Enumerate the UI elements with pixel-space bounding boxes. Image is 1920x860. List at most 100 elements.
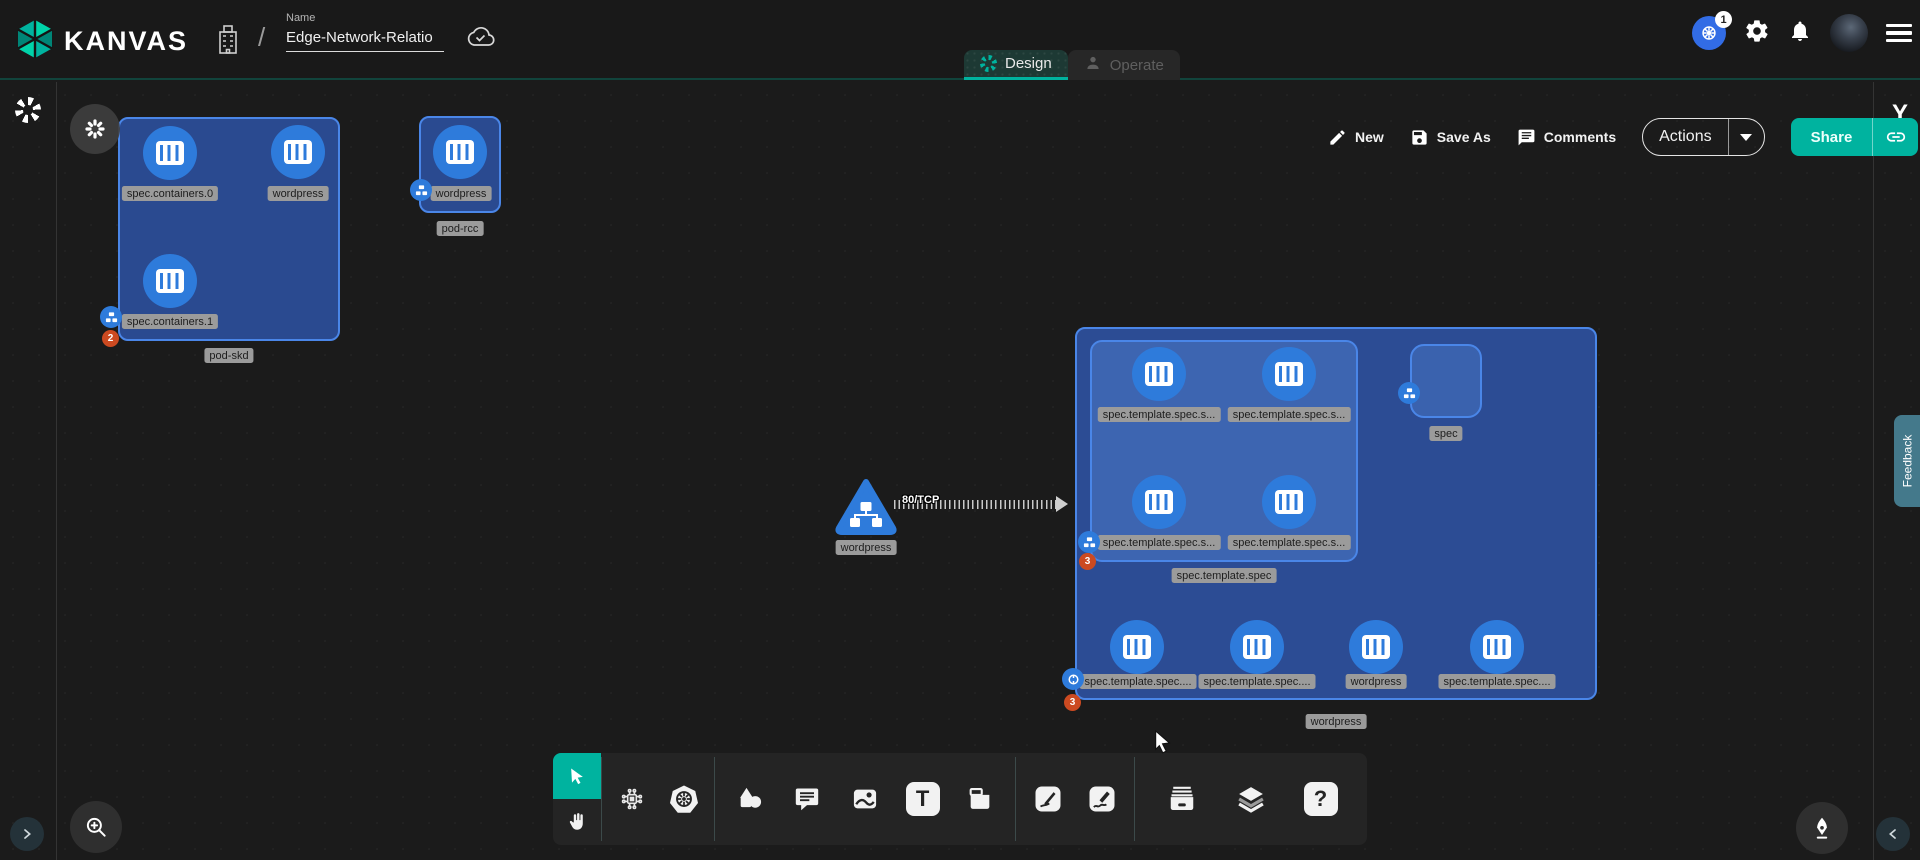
new-button[interactable]: New bbox=[1328, 128, 1384, 147]
error-count-badge[interactable]: 2 bbox=[102, 330, 119, 347]
group-label-deployment: wordpress bbox=[1306, 714, 1367, 729]
user-avatar[interactable] bbox=[1830, 14, 1868, 52]
comments-button[interactable]: Comments bbox=[1517, 128, 1616, 147]
node-label: spec.template.spec.... bbox=[1199, 674, 1316, 689]
actions-dropdown-arrow[interactable] bbox=[1728, 118, 1764, 156]
text-tool-glyph: T bbox=[906, 782, 940, 816]
node-label: spec.template.spec.s... bbox=[1228, 535, 1351, 550]
save-as-button[interactable]: Save As bbox=[1410, 128, 1491, 147]
share-split-button[interactable]: Share bbox=[1791, 118, 1919, 156]
copy-link-button[interactable] bbox=[1872, 118, 1918, 156]
feedback-label: Feedback bbox=[1900, 435, 1914, 488]
frame-tab-icon bbox=[966, 785, 994, 813]
pod-kind-badge bbox=[1398, 382, 1420, 404]
settings-gear-icon[interactable] bbox=[1744, 18, 1770, 49]
comments-button-label: Comments bbox=[1544, 129, 1616, 145]
error-count-badge[interactable]: 3 bbox=[1064, 694, 1081, 711]
frame-tool-button[interactable] bbox=[957, 776, 1003, 822]
zoom-button[interactable] bbox=[70, 801, 122, 853]
image-tool-button[interactable] bbox=[842, 776, 888, 822]
tab-operate-label: Operate bbox=[1110, 57, 1164, 74]
mode-tabs: Design Operate bbox=[964, 50, 1180, 80]
container-node[interactable] bbox=[1230, 620, 1284, 674]
container-node-spec-containers-0[interactable] bbox=[143, 126, 197, 180]
freehand-draw-button[interactable] bbox=[1079, 776, 1125, 822]
expand-left-panel-button[interactable] bbox=[10, 817, 44, 851]
actions-button-label: Actions bbox=[1643, 128, 1727, 146]
text-tool-button[interactable]: T bbox=[900, 776, 946, 822]
organization-icon[interactable] bbox=[214, 22, 242, 61]
left-rail bbox=[0, 82, 57, 860]
node-label: spec.template.spec.s... bbox=[1098, 535, 1221, 550]
error-count-badge[interactable]: 3 bbox=[1079, 553, 1096, 570]
group-actions-gear-button[interactable] bbox=[70, 104, 120, 154]
design-name-label: Name bbox=[286, 12, 444, 24]
group-label-spec-template-spec: spec.template.spec bbox=[1172, 568, 1277, 583]
tab-operate[interactable]: Operate bbox=[1068, 50, 1180, 80]
archive-drawer-icon bbox=[1167, 784, 1197, 814]
pen-tool-button[interactable] bbox=[1025, 776, 1071, 822]
container-node[interactable] bbox=[1262, 347, 1316, 401]
context-count-badge: 1 bbox=[1715, 11, 1732, 28]
container-node[interactable] bbox=[1470, 620, 1524, 674]
notifications-bell-icon[interactable] bbox=[1788, 19, 1812, 48]
node-label: spec.template.spec.s... bbox=[1228, 407, 1351, 422]
comment-icon bbox=[793, 785, 821, 813]
spec-node[interactable] bbox=[1410, 344, 1482, 418]
kubernetes-context-button[interactable]: 1 bbox=[1692, 16, 1726, 50]
cloud-saved-icon bbox=[464, 24, 496, 55]
container-node-spec-containers-1[interactable] bbox=[143, 254, 197, 308]
expand-right-panel-button[interactable] bbox=[1876, 817, 1910, 851]
help-tool-button[interactable]: ? bbox=[1298, 776, 1344, 822]
pen-nib-button[interactable] bbox=[1796, 802, 1848, 854]
container-node[interactable] bbox=[1262, 475, 1316, 529]
service-node-wordpress[interactable] bbox=[834, 478, 898, 541]
kubernetes-tool-button[interactable] bbox=[661, 776, 707, 822]
group-label-pod-skd: pod-skd bbox=[204, 348, 253, 363]
app-header: KANVAS / Name Design Operate bbox=[0, 0, 1920, 80]
node-label: spec.template.spec.s... bbox=[1098, 407, 1221, 422]
node-label: spec.template.spec.... bbox=[1080, 674, 1197, 689]
share-button-label: Share bbox=[1791, 129, 1873, 146]
kanvas-logo-text: KANVAS bbox=[64, 26, 188, 57]
node-label: wordpress bbox=[431, 186, 492, 201]
shapes-tool-button[interactable] bbox=[727, 776, 773, 822]
pen-path-icon bbox=[1033, 784, 1063, 814]
node-label: wordpress bbox=[836, 540, 897, 555]
drawer-tool-button[interactable] bbox=[1159, 776, 1205, 822]
floppy-icon bbox=[1410, 128, 1429, 147]
pencil-icon bbox=[1328, 128, 1347, 147]
design-name-input[interactable] bbox=[286, 27, 444, 52]
layers-tool-button[interactable] bbox=[1228, 776, 1274, 822]
link-icon bbox=[1885, 126, 1907, 148]
tab-design[interactable]: Design bbox=[964, 50, 1068, 80]
kanvas-logo-icon bbox=[14, 18, 56, 65]
container-node[interactable] bbox=[1132, 347, 1186, 401]
comment-tool-button[interactable] bbox=[784, 776, 830, 822]
kanvas-logo[interactable]: KANVAS bbox=[14, 18, 188, 65]
components-tool-button[interactable] bbox=[609, 776, 655, 822]
canvas-action-bar: New Save As Comments Actions Share bbox=[1328, 118, 1918, 156]
container-node[interactable] bbox=[1110, 620, 1164, 674]
group-spec-template-spec[interactable] bbox=[1090, 340, 1358, 562]
edge-port-label: 80/TCP bbox=[902, 494, 939, 506]
pan-tool-button[interactable] bbox=[553, 799, 601, 845]
hand-icon bbox=[566, 811, 588, 833]
node-label: wordpress bbox=[1346, 674, 1407, 689]
container-node[interactable] bbox=[1132, 475, 1186, 529]
edge-arrowhead-icon bbox=[1056, 496, 1068, 512]
container-node-wordpress[interactable] bbox=[271, 125, 325, 179]
feedback-tab[interactable]: Feedback bbox=[1894, 415, 1920, 507]
operate-tab-icon bbox=[1084, 54, 1102, 76]
meshery-spinner-icon[interactable] bbox=[15, 97, 41, 123]
actions-split-button[interactable]: Actions bbox=[1642, 118, 1764, 156]
pod-kind-badge bbox=[100, 306, 122, 328]
save-as-button-label: Save As bbox=[1437, 129, 1491, 145]
shapes-icon bbox=[736, 785, 764, 813]
select-tool-button[interactable] bbox=[553, 753, 601, 799]
help-tool-glyph: ? bbox=[1304, 782, 1338, 816]
container-node-wordpress[interactable] bbox=[433, 125, 487, 179]
container-node[interactable] bbox=[1349, 620, 1403, 674]
menu-hamburger-icon[interactable] bbox=[1886, 19, 1912, 47]
tab-design-label: Design bbox=[1005, 55, 1052, 72]
